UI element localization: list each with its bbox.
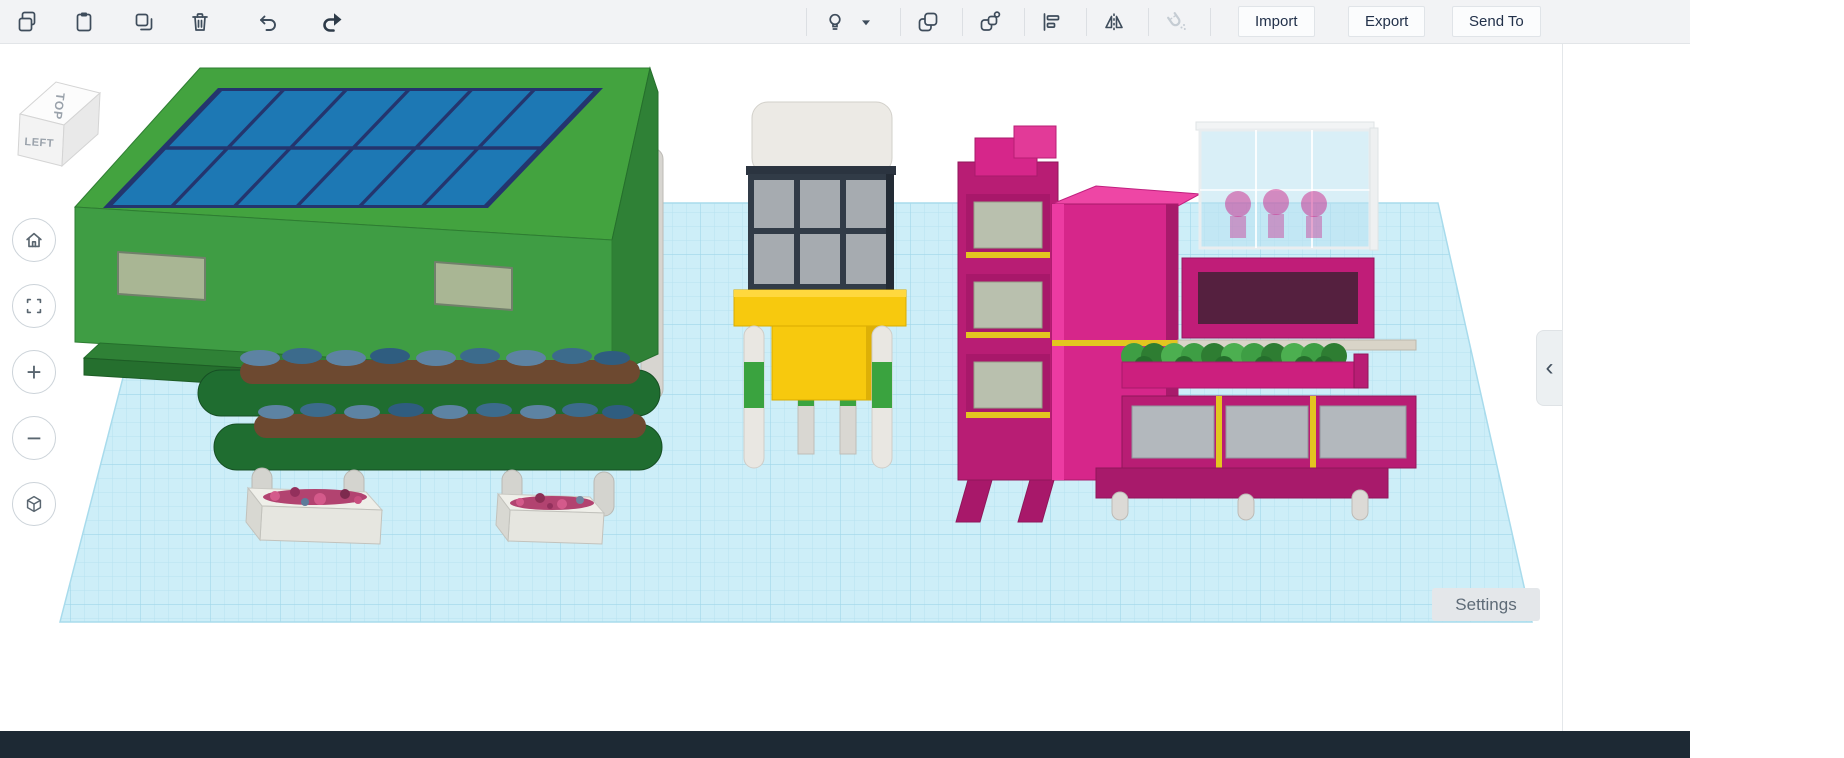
snap-magnet-icon[interactable] bbox=[1158, 4, 1194, 40]
support-leg bbox=[1237, 493, 1255, 521]
delete-icon[interactable] bbox=[182, 4, 218, 40]
minus-icon: − bbox=[26, 423, 42, 453]
undo-icon[interactable] bbox=[250, 4, 286, 40]
support-leg bbox=[1111, 491, 1129, 521]
shelf-unit bbox=[966, 354, 1050, 418]
tower-roof bbox=[751, 101, 893, 175]
zoom-in-button[interactable]: + bbox=[12, 350, 56, 394]
toolbar: Import Export Send To bbox=[0, 0, 1690, 44]
planter-row bbox=[1121, 395, 1417, 469]
support-leg bbox=[1351, 489, 1369, 521]
paste-icon[interactable] bbox=[66, 4, 102, 40]
toolbar-divider bbox=[806, 8, 807, 36]
design-canvas[interactable] bbox=[0, 44, 1562, 731]
toolbar-divider bbox=[1086, 8, 1087, 36]
export-button[interactable]: Export bbox=[1348, 6, 1426, 37]
toolbar-divider bbox=[1210, 8, 1211, 36]
glass-rooftop-box bbox=[1195, 121, 1379, 251]
shelf-unit bbox=[966, 274, 1050, 338]
flower-box bbox=[245, 486, 384, 545]
fit-view-icon bbox=[26, 298, 42, 314]
perspective-cube-icon bbox=[26, 495, 42, 513]
planter-cylinder-row bbox=[213, 403, 663, 471]
bottom-bar bbox=[0, 731, 1690, 758]
toolbar-divider bbox=[1148, 8, 1149, 36]
window bbox=[117, 251, 206, 301]
duplicate-icon[interactable] bbox=[126, 4, 162, 40]
shelf-unit bbox=[966, 194, 1050, 258]
perspective-toggle-button[interactable] bbox=[12, 482, 56, 526]
scene-svg bbox=[59, 66, 1533, 623]
toggle-visibility-icon[interactable] bbox=[818, 4, 852, 40]
settings-button[interactable]: Settings bbox=[1432, 588, 1540, 621]
shapes-panel-collapsed bbox=[1562, 44, 1690, 731]
model-magenta-building[interactable] bbox=[955, 121, 1417, 523]
flower-box bbox=[495, 492, 606, 545]
panel-expand-button[interactable]: ‹ bbox=[1536, 330, 1562, 406]
plus-icon: + bbox=[26, 357, 42, 387]
toolbar-divider bbox=[1024, 8, 1025, 36]
tinkercad-editor-window: Import Export Send To TOP LEFT + − Setti… bbox=[0, 0, 1844, 758]
copy-icon[interactable] bbox=[10, 4, 46, 40]
viewcube-left-label: LEFT bbox=[24, 136, 54, 150]
import-button[interactable]: Import bbox=[1238, 6, 1315, 37]
window bbox=[434, 261, 513, 311]
ungroup-icon[interactable] bbox=[972, 4, 1008, 40]
viewcube[interactable]: TOP LEFT bbox=[8, 74, 118, 183]
mirror-icon[interactable] bbox=[1096, 4, 1132, 40]
visibility-dropdown-caret-icon[interactable] bbox=[856, 4, 876, 40]
toolbar-divider bbox=[900, 8, 901, 36]
send-to-button[interactable]: Send To bbox=[1452, 6, 1541, 37]
tower-box bbox=[771, 325, 883, 401]
align-icon[interactable] bbox=[1034, 4, 1070, 40]
redo-icon[interactable] bbox=[314, 4, 350, 40]
zoom-out-button[interactable]: − bbox=[12, 416, 56, 460]
home-view-button[interactable] bbox=[12, 218, 56, 262]
hedge-row bbox=[1121, 343, 1369, 389]
home-icon bbox=[26, 232, 42, 248]
chevron-left-icon: ‹ bbox=[1545, 354, 1554, 381]
toolbar-divider bbox=[962, 8, 963, 36]
fit-view-button[interactable] bbox=[12, 284, 56, 328]
group-icon[interactable] bbox=[910, 4, 946, 40]
